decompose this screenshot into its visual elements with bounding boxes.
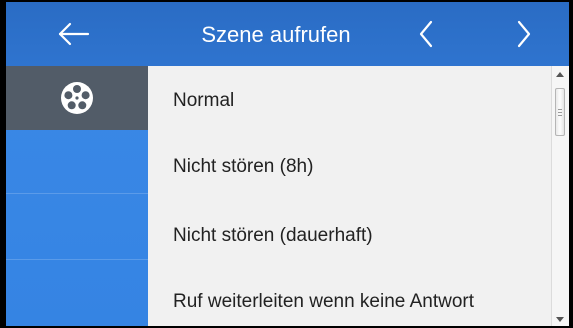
scroll-down-arrow-icon[interactable] <box>556 317 564 322</box>
next-button[interactable] <box>504 2 544 66</box>
sidebar <box>6 66 148 326</box>
chevron-right-icon <box>517 20 531 48</box>
header-bar: Szene aufrufen <box>6 2 569 66</box>
scene-item-forward-call-no-answer[interactable]: Ruf weiterleiten wenn keine Antwort <box>148 269 551 326</box>
previous-button[interactable] <box>406 2 446 66</box>
scrollbar[interactable] <box>551 66 569 326</box>
scene-item-do-not-disturb-8h[interactable]: Nicht stören (8h) <box>148 134 551 200</box>
chevron-left-icon <box>419 20 433 48</box>
sidebar-item-3[interactable] <box>6 196 148 260</box>
film-reel-icon <box>61 82 93 114</box>
sidebar-item-4[interactable] <box>6 262 148 326</box>
scene-list: Normal Nicht stören (8h) Nicht stören (d… <box>148 66 551 326</box>
page-title: Szene aufrufen <box>201 22 351 47</box>
app-frame: Szene aufrufen Normal Nicht stören (8h) … <box>6 2 569 326</box>
back-button[interactable] <box>44 2 104 66</box>
scene-item-normal[interactable]: Normal <box>148 68 551 134</box>
grip-line <box>558 112 562 113</box>
scroll-up-arrow-icon[interactable] <box>556 72 564 77</box>
arrow-left-icon <box>58 22 90 46</box>
sidebar-item-scenes[interactable] <box>6 66 148 130</box>
screen: Szene aufrufen Normal Nicht stören (8h) … <box>0 0 573 328</box>
grip-line <box>558 115 562 116</box>
scene-item-do-not-disturb-permanent[interactable]: Nicht stören (dauerhaft) <box>148 203 551 269</box>
scrollbar-thumb[interactable] <box>555 88 565 136</box>
sidebar-item-2[interactable] <box>6 130 148 194</box>
grip-line <box>558 109 562 110</box>
